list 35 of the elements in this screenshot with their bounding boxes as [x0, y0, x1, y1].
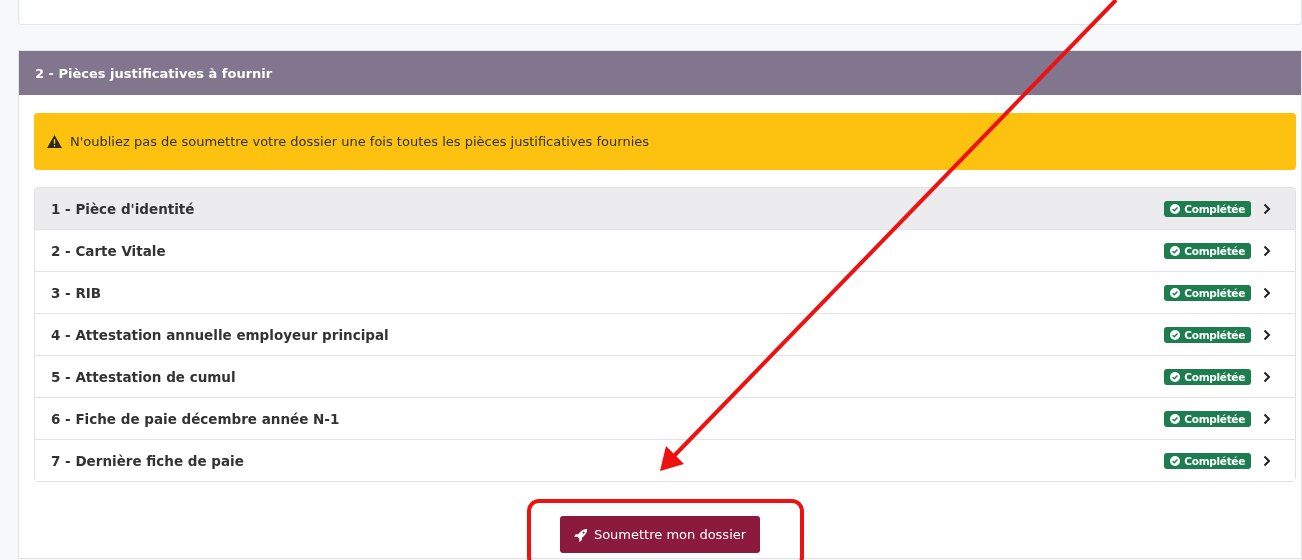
warning-icon	[47, 135, 62, 148]
chevron-right-icon	[1263, 412, 1271, 425]
check-circle-icon	[1170, 455, 1181, 466]
status-badge: Complétée	[1164, 242, 1251, 259]
check-circle-icon	[1170, 287, 1181, 298]
check-circle-icon	[1170, 203, 1181, 214]
submit-button[interactable]: Soumettre mon dossier	[559, 516, 761, 553]
document-label: 7 - Dernière fiche de paie	[51, 452, 245, 469]
alert-text: N'oubliez pas de soumettre votre dossier une fois toutes les pièces justificatives fournies	[70, 134, 650, 149]
document-label: 3 - RIB	[51, 284, 103, 301]
document-label: 6 - Fiche de paie décembre année N-1	[51, 410, 341, 427]
chevron-right-icon	[1263, 202, 1271, 215]
document-label: 2 - Carte Vitale	[51, 242, 167, 259]
section-title: 2 - Pièces justificatives à fournir	[35, 65, 273, 81]
document-item[interactable]: 7 - Dernière fiche de paie Complétée	[35, 439, 1295, 481]
document-label: 4 - Attestation annuelle employeur principal	[51, 326, 390, 343]
chevron-right-icon	[1263, 370, 1271, 383]
status-badge: Complétée	[1164, 368, 1251, 385]
check-circle-icon	[1170, 329, 1181, 340]
status-badge: Complétée	[1164, 410, 1251, 427]
check-circle-icon	[1170, 413, 1181, 424]
chevron-right-icon	[1263, 328, 1271, 341]
status-badge: Complétée	[1164, 452, 1251, 469]
chevron-right-icon	[1263, 454, 1271, 467]
chevron-right-icon	[1263, 244, 1271, 257]
document-item[interactable]: 1 - Pièce d'identité Complétée	[35, 188, 1295, 229]
status-badge: Complétée	[1164, 200, 1251, 217]
chevron-right-icon	[1263, 286, 1271, 299]
document-label: 5 - Attestation de cumul	[51, 368, 237, 385]
check-circle-icon	[1170, 245, 1181, 256]
status-badge: Complétée	[1164, 284, 1251, 301]
document-label: 1 - Pièce d'identité	[51, 200, 196, 217]
rocket-icon	[573, 527, 588, 542]
status-badge: Complétée	[1164, 326, 1251, 343]
check-circle-icon	[1170, 371, 1181, 382]
